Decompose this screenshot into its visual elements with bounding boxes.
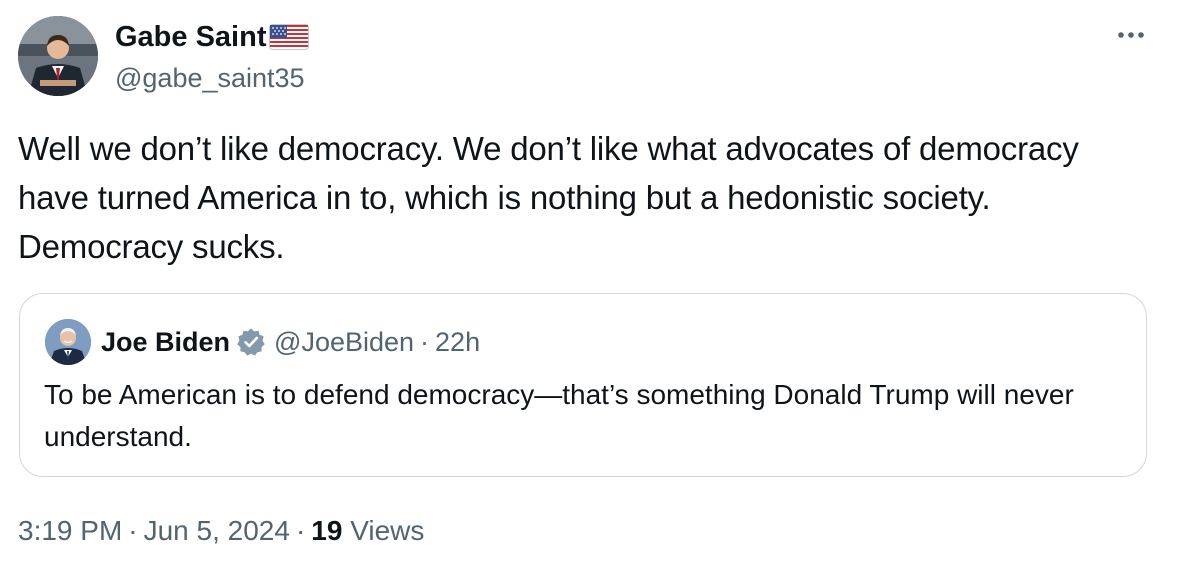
author-avatar[interactable] — [18, 16, 98, 96]
quoted-author-avatar[interactable] — [45, 319, 91, 365]
tweet-text: Well we don’t like democracy. We don’t l… — [18, 130, 1079, 265]
quoted-tweet-card[interactable]: Joe Biden @JoeBiden · 22h To be American… — [19, 293, 1147, 477]
us-flag-icon — [268, 24, 309, 50]
quoted-author-name[interactable]: Joe Biden — [101, 325, 230, 359]
meta-separator-2: · — [295, 515, 306, 546]
more-horizontal-icon — [1118, 32, 1144, 38]
quoted-tweet-time[interactable]: 22h — [435, 325, 480, 359]
tweet-meta-row: 3:19 PM · Jun 5, 2024 · 19 Views — [18, 513, 424, 549]
quoted-author-avatar-image — [45, 319, 91, 365]
quoted-author-handle[interactable]: @JoeBiden — [274, 325, 414, 359]
meta-separator: · — [128, 515, 138, 546]
views-count[interactable]: 19 — [311, 515, 342, 546]
tweet-time[interactable]: 3:19 PM — [18, 515, 122, 546]
quoted-separator: · — [420, 327, 430, 357]
author-handle[interactable]: @gabe_saint35 — [115, 62, 305, 94]
author-name[interactable]: Gabe Saint — [115, 20, 267, 54]
author-name-row[interactable]: Gabe Saint — [115, 20, 309, 54]
author-avatar-image — [18, 16, 98, 96]
more-options-button[interactable] — [1112, 18, 1150, 52]
views-label[interactable]: Views — [350, 515, 424, 546]
quoted-tweet-header: Joe Biden @JoeBiden · 22h — [101, 325, 480, 359]
quoted-tweet-text: To be American is to defend democracy—th… — [44, 379, 1074, 452]
tweet-date[interactable]: Jun 5, 2024 — [144, 515, 290, 546]
verified-badge-icon — [236, 327, 266, 357]
